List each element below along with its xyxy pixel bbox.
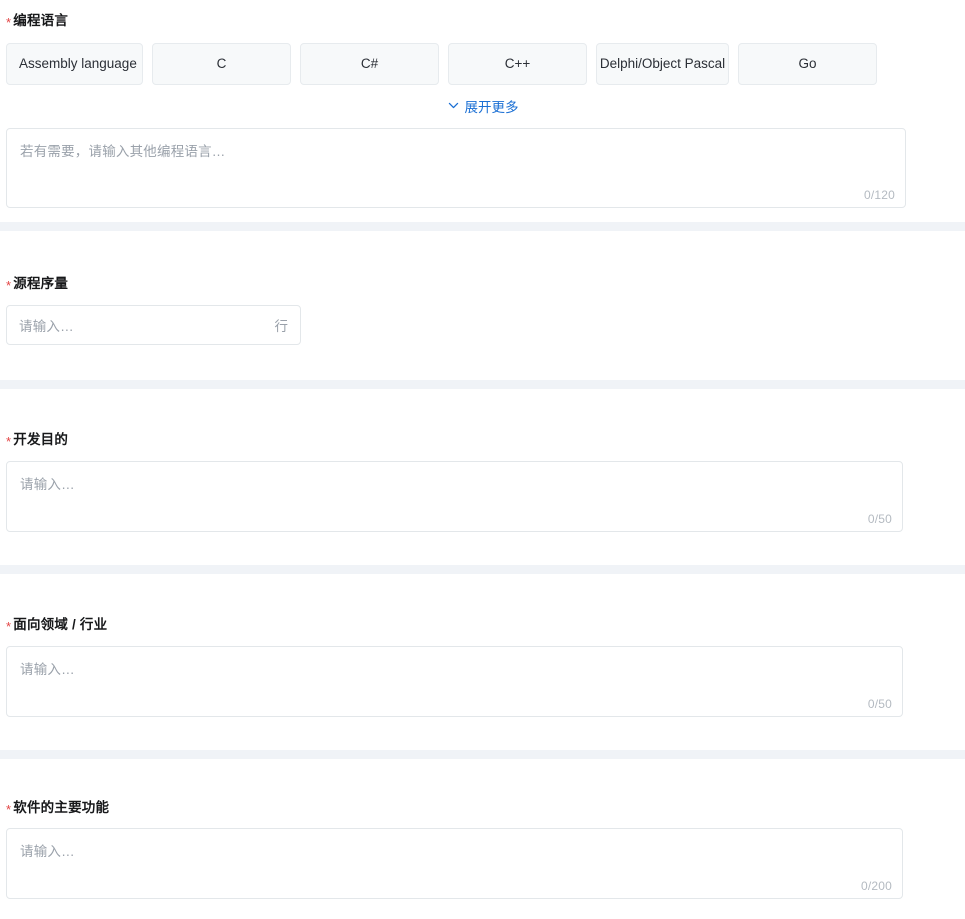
required-asterisk: * — [6, 618, 12, 634]
section-divider-2 — [0, 379, 965, 389]
field-label-text: 编程语言 — [13, 13, 69, 28]
field-label-text: 面向领域 / 行业 — [13, 616, 108, 632]
required-asterisk: * — [6, 277, 12, 293]
field-label-text: 开发目的 — [13, 431, 69, 447]
main-software-functions-placeholder: 请输入… — [20, 844, 75, 860]
required-asterisk: * — [6, 801, 12, 817]
label-target-field-industry: * 面向领域 / 行业 — [6, 616, 959, 634]
chip-delphi-object-pascal[interactable]: Delphi/Object Pascal — [596, 42, 729, 85]
target-field-industry-textarea[interactable]: 请输入… 0/50 — [6, 645, 903, 717]
chip-go[interactable]: Go — [738, 42, 877, 85]
label-development-purpose: * 开发目的 — [6, 431, 959, 449]
section-divider-1 — [0, 221, 965, 231]
section-programming-language: * 编程语言 Assembly language C C# C++ Delphi… — [0, 0, 965, 222]
section-divider-3 — [0, 564, 965, 574]
section-source-code-lines: * 源程序量 请输入… 行 — [0, 230, 965, 380]
source-code-lines-input[interactable]: 请输入… 行 — [6, 304, 301, 345]
label-main-software-functions: * 软件的主要功能 — [6, 799, 959, 817]
programming-language-chip-group: Assembly language C C# C++ Delphi/Object… — [6, 42, 959, 85]
other-language-textarea[interactable]: 若有需要，请输入其他编程语言… 0/120 — [6, 127, 906, 208]
expand-more-row: 展开更多 — [6, 96, 959, 116]
source-code-lines-placeholder: 请输入… — [19, 318, 74, 334]
label-programming-language: * 编程语言 — [6, 12, 959, 30]
chevron-down-icon — [447, 99, 460, 112]
chip-assembly-language[interactable]: Assembly language — [6, 42, 143, 85]
field-label-text: 源程序量 — [13, 275, 69, 291]
section-development-purpose: * 开发目的 请输入… 0/50 — [0, 388, 965, 565]
source-code-lines-unit-suffix: 行 — [274, 318, 289, 334]
chip-c-sharp[interactable]: C# — [300, 42, 439, 85]
expand-more-button[interactable]: 展开更多 — [447, 96, 519, 116]
expand-more-label: 展开更多 — [464, 99, 519, 115]
chip-c[interactable]: C — [152, 42, 291, 85]
field-label-text: 软件的主要功能 — [13, 799, 110, 815]
target-field-industry-placeholder: 请输入… — [20, 661, 75, 677]
required-asterisk: * — [6, 433, 12, 449]
section-main-software-functions: * 软件的主要功能 请输入… 0/200 — [0, 758, 965, 919]
chip-c-plus-plus[interactable]: C++ — [448, 42, 587, 85]
software-registration-form: * 编程语言 Assembly language C C# C++ Delphi… — [0, 0, 965, 919]
main-software-functions-counter: 0/200 — [860, 879, 892, 894]
other-language-counter: 0/120 — [863, 187, 895, 202]
section-divider-4 — [0, 749, 965, 759]
main-software-functions-textarea[interactable]: 请输入… 0/200 — [6, 828, 903, 900]
section-target-field-industry: * 面向领域 / 行业 请输入… 0/50 — [0, 573, 965, 750]
target-field-industry-counter: 0/50 — [867, 696, 892, 711]
development-purpose-textarea[interactable]: 请输入… 0/50 — [6, 460, 903, 532]
development-purpose-placeholder: 请输入… — [20, 476, 75, 492]
required-asterisk: * — [6, 15, 12, 30]
development-purpose-counter: 0/50 — [867, 511, 892, 526]
other-language-placeholder: 若有需要，请输入其他编程语言… — [20, 143, 226, 159]
label-source-code-lines: * 源程序量 — [6, 275, 959, 293]
